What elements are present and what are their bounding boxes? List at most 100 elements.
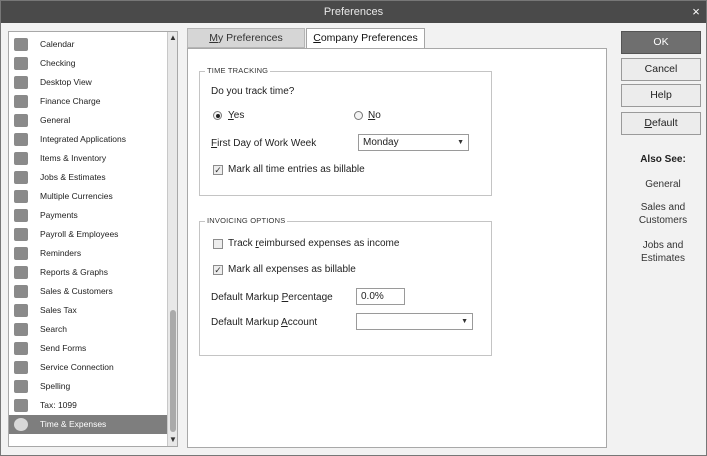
sidebar-item-checking[interactable]: Checking: [9, 54, 167, 73]
markup-account-label: Default Markup Account: [211, 317, 317, 328]
sidebar-item-time-expenses[interactable]: Time & Expenses: [9, 415, 167, 434]
markup-percentage-rest: ercentage: [288, 292, 333, 303]
sidebar-item-label: Reminders: [40, 248, 82, 258]
time-tracking-title: TIME TRACKING: [205, 66, 271, 75]
markup-percentage-label: Default Markup Percentage: [211, 292, 333, 303]
sidebar-item-multiple-currencies[interactable]: Multiple Currencies: [9, 187, 167, 206]
chevron-down-icon: ▼: [457, 139, 464, 146]
first-day-value: Monday: [363, 137, 399, 148]
cancel-button[interactable]: Cancel: [621, 58, 701, 81]
help-button[interactable]: Help: [621, 84, 701, 107]
preferences-category-list: Calendar Checking Desktop View Finance Char…: [8, 31, 178, 447]
sidebar-item-label: Spelling: [40, 381, 71, 391]
time-expenses-icon: [14, 418, 28, 431]
tax-1099-icon: [14, 399, 28, 412]
first-day-select[interactable]: Monday ▼: [358, 134, 469, 151]
track-time-yes-label: Yes: [228, 110, 244, 121]
items-inventory-icon: [14, 152, 28, 165]
scroll-up-icon[interactable]: ▲: [168, 32, 177, 44]
close-icon[interactable]: ×: [690, 1, 702, 23]
sidebar-item-reports-graphs[interactable]: Reports & Graphs: [9, 263, 167, 282]
tab-my-preferences-label: y Preferences: [217, 32, 283, 44]
mark-expenses-billable-checkbox[interactable]: ✓: [213, 265, 223, 275]
sidebar-item-calendar[interactable]: Calendar: [9, 35, 167, 54]
sales-customers-icon: [14, 285, 28, 298]
sidebar-item-label: Tax: 1099: [40, 400, 77, 410]
tab-my-preferences[interactable]: My Preferences: [187, 28, 305, 48]
sidebar-item-search[interactable]: Search: [9, 320, 167, 339]
sidebar-item-label: Desktop View: [40, 77, 92, 87]
sidebar-item-label: Reports & Graphs: [40, 267, 109, 277]
sidebar-item-spelling[interactable]: Spelling: [9, 377, 167, 396]
scroll-down-icon[interactable]: ▼: [168, 434, 177, 446]
scroll-thumb[interactable]: [170, 310, 176, 432]
sidebar-item-general[interactable]: General: [9, 111, 167, 130]
sidebar-item-send-forms[interactable]: Send Forms: [9, 339, 167, 358]
sidebar-item-reminders[interactable]: Reminders: [9, 244, 167, 263]
markup-account-rest: ccount: [287, 317, 318, 328]
sidebar-item-sales-tax[interactable]: Sales Tax: [9, 301, 167, 320]
sidebar-item-finance-charge[interactable]: Finance Charge: [9, 92, 167, 111]
default-label-rest: efault: [651, 117, 678, 129]
sidebar-item-sales-customers[interactable]: Sales & Customers: [9, 282, 167, 301]
mark-time-billable-checkbox[interactable]: ✓: [213, 165, 223, 175]
tab-company-preferences-hotkey: C: [313, 32, 321, 44]
send-forms-icon: [14, 342, 28, 355]
checking-icon: [14, 57, 28, 70]
also-see-jobs-estimates-link[interactable]: Jobs and Estimates: [623, 239, 703, 265]
sidebar-item-label: Service Connection: [40, 362, 114, 372]
default-button[interactable]: Default: [621, 112, 701, 135]
finance-charge-icon: [14, 95, 28, 108]
sidebar-item-label: Payments: [40, 210, 78, 220]
track-reimbursed-checkbox[interactable]: [213, 239, 223, 249]
invoicing-options-title: INVOICING OPTIONS: [205, 216, 288, 225]
category-scrollbar[interactable]: ▲ ▼: [167, 32, 177, 446]
tab-company-preferences[interactable]: Company Preferences: [306, 28, 425, 49]
sidebar-item-label: Sales Tax: [40, 305, 77, 315]
sidebar-item-tax-1099[interactable]: Tax: 1099: [9, 396, 167, 415]
ok-button[interactable]: OK: [621, 31, 701, 54]
sidebar-item-label: Checking: [40, 58, 76, 68]
sidebar-item-payments[interactable]: Payments: [9, 206, 167, 225]
default-hotkey: D: [644, 117, 652, 129]
currencies-icon: [14, 190, 28, 203]
also-see-general-link[interactable]: General: [621, 178, 705, 191]
mark-expenses-billable-label: Mark all expenses as billable: [228, 264, 356, 275]
track-time-no-radio[interactable]: [354, 111, 363, 120]
first-day-label: First Day of Work Week: [211, 138, 316, 149]
time-tracking-group: TIME TRACKING Do you track time? Yes No …: [199, 66, 492, 196]
track-time-question: Do you track time?: [211, 86, 295, 97]
general-icon: [14, 114, 28, 127]
sidebar-item-label: Calendar: [40, 39, 75, 49]
sidebar-item-integrated-applications[interactable]: Integrated Applications: [9, 130, 167, 149]
reports-graphs-icon: [14, 266, 28, 279]
payments-icon: [14, 209, 28, 222]
calendar-icon: [14, 38, 28, 51]
mark-time-billable-label: Mark all time entries as billable: [228, 164, 365, 175]
service-connection-icon: [14, 361, 28, 374]
preferences-window: Preferences × Calendar Checking Desktop Vi…: [0, 0, 707, 456]
markup-percentage-pre: Default Markup: [211, 292, 282, 303]
title-bar: Preferences ×: [1, 1, 706, 23]
tab-company-preferences-label: ompany Preferences: [320, 32, 418, 44]
markup-account-select[interactable]: ▼: [356, 313, 473, 330]
track-time-yes-radio[interactable]: [213, 111, 222, 120]
sidebar-item-items-inventory[interactable]: Items & Inventory: [9, 149, 167, 168]
chevron-down-icon: ▼: [461, 318, 468, 325]
sidebar-item-label: Items & Inventory: [40, 153, 107, 163]
no-label-rest: o: [375, 110, 381, 121]
markup-percentage-input[interactable]: 0.0%: [356, 288, 405, 305]
markup-account-pre: Default Markup: [211, 317, 282, 328]
track-reimbursed-label: Track reimbursed expenses as income: [228, 238, 399, 249]
yes-label-rest: es: [233, 110, 245, 121]
sidebar-item-jobs-estimates[interactable]: Jobs & Estimates: [9, 168, 167, 187]
track-reimbursed-rest: eimbursed expenses as income: [258, 238, 400, 249]
spelling-icon: [14, 380, 28, 393]
sidebar-item-service-connection[interactable]: Service Connection: [9, 358, 167, 377]
track-time-no-label: No: [368, 110, 381, 121]
sidebar-item-label: Finance Charge: [40, 96, 101, 106]
sidebar-item-label: Jobs & Estimates: [40, 172, 106, 182]
sidebar-item-desktop-view[interactable]: Desktop View: [9, 73, 167, 92]
also-see-sales-customers-link[interactable]: Sales and Customers: [623, 201, 703, 227]
sidebar-item-payroll-employees[interactable]: Payroll & Employees: [9, 225, 167, 244]
